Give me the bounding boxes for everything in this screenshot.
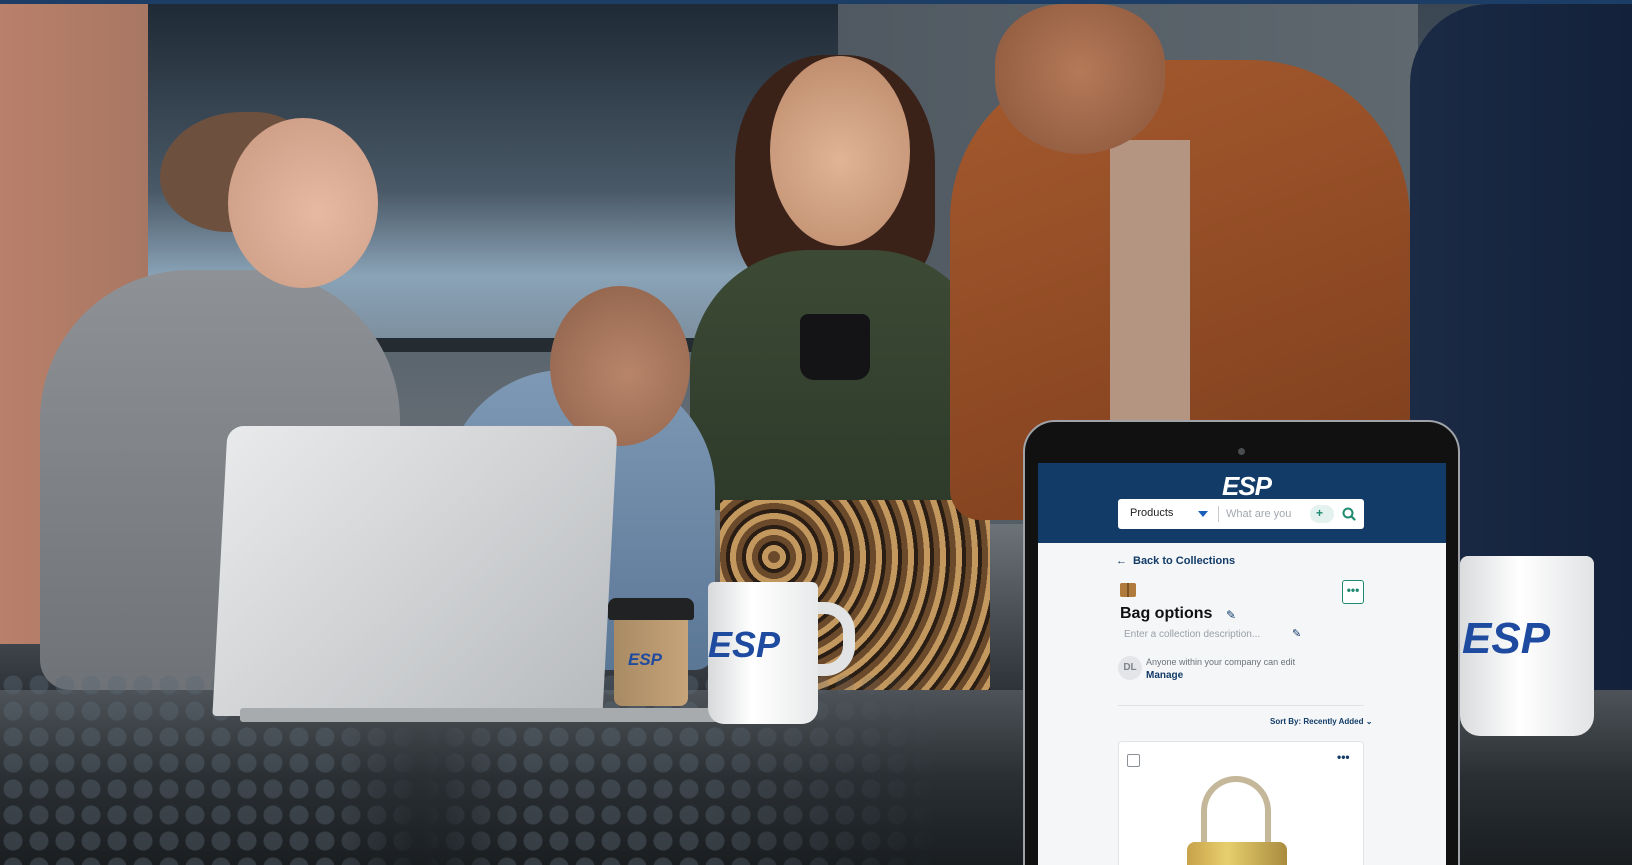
tablet-camera-icon <box>1238 448 1245 455</box>
app-header: ESP Products + <box>1038 463 1446 543</box>
laptop-base <box>240 708 720 722</box>
collection-title: Bag options <box>1120 605 1213 622</box>
collection-more-button[interactable]: ••• <box>1342 580 1364 604</box>
search-category-select[interactable]: Products <box>1118 499 1218 529</box>
search-category-label: Products <box>1130 507 1174 519</box>
product-select-checkbox[interactable] <box>1127 754 1140 767</box>
search-divider <box>1218 506 1219 522</box>
esp-logo[interactable]: ESP <box>1222 471 1272 502</box>
edit-title-pencil-icon[interactable]: ✎ <box>1226 608 1236 622</box>
mug-logo: ESP <box>708 624 781 665</box>
chevron-down-icon: ⌄ <box>1365 717 1373 726</box>
product-card[interactable]: ••• <box>1118 741 1364 865</box>
search-input[interactable] <box>1222 504 1308 524</box>
back-to-collections-link[interactable]: ← Back to Collections <box>1116 555 1235 567</box>
ai-sparkle-icon[interactable]: + <box>1310 505 1334 523</box>
search-icon[interactable] <box>1340 505 1358 523</box>
person-4-head <box>995 4 1165 154</box>
section-divider <box>1118 705 1364 706</box>
person-4-shirt <box>1110 140 1190 440</box>
tablet-screen: ESP Products + ←Back to Collections ••• … <box>1038 463 1446 865</box>
sort-by-dropdown[interactable]: Sort By: Recently Added ⌄ <box>1270 717 1372 726</box>
edit-description-pencil-icon[interactable]: ✎ <box>1292 627 1301 640</box>
manage-link[interactable]: Manage <box>1146 670 1183 681</box>
mug-right-logo: ESP <box>1462 614 1551 663</box>
arrow-left-icon: ← <box>1116 555 1127 567</box>
hero-photo: ESP ESP ESP ESP Products + <box>0 0 1632 865</box>
laptop <box>212 426 618 716</box>
person-2-head <box>550 286 690 446</box>
package-icon <box>1120 583 1136 597</box>
person-3-body <box>690 250 990 510</box>
search-bar[interactable]: Products + <box>1118 499 1364 529</box>
person-3-head <box>770 56 910 246</box>
bag-image <box>1187 842 1287 865</box>
black-mug <box>800 314 870 380</box>
cup-logo: ESP <box>628 650 663 669</box>
coffee-cup-lid <box>608 598 694 620</box>
collection-description-placeholder[interactable]: Enter a collection description... <box>1124 629 1260 640</box>
avatar: DL <box>1118 656 1142 680</box>
back-link-label: Back to Collections <box>1133 555 1236 567</box>
permission-text: Anyone within your company can edit <box>1146 657 1296 667</box>
sort-by-label: Sort By: Recently Added <box>1270 717 1364 726</box>
chevron-down-icon <box>1198 511 1208 517</box>
person-1-head <box>228 118 378 288</box>
product-more-button[interactable]: ••• <box>1337 750 1350 764</box>
